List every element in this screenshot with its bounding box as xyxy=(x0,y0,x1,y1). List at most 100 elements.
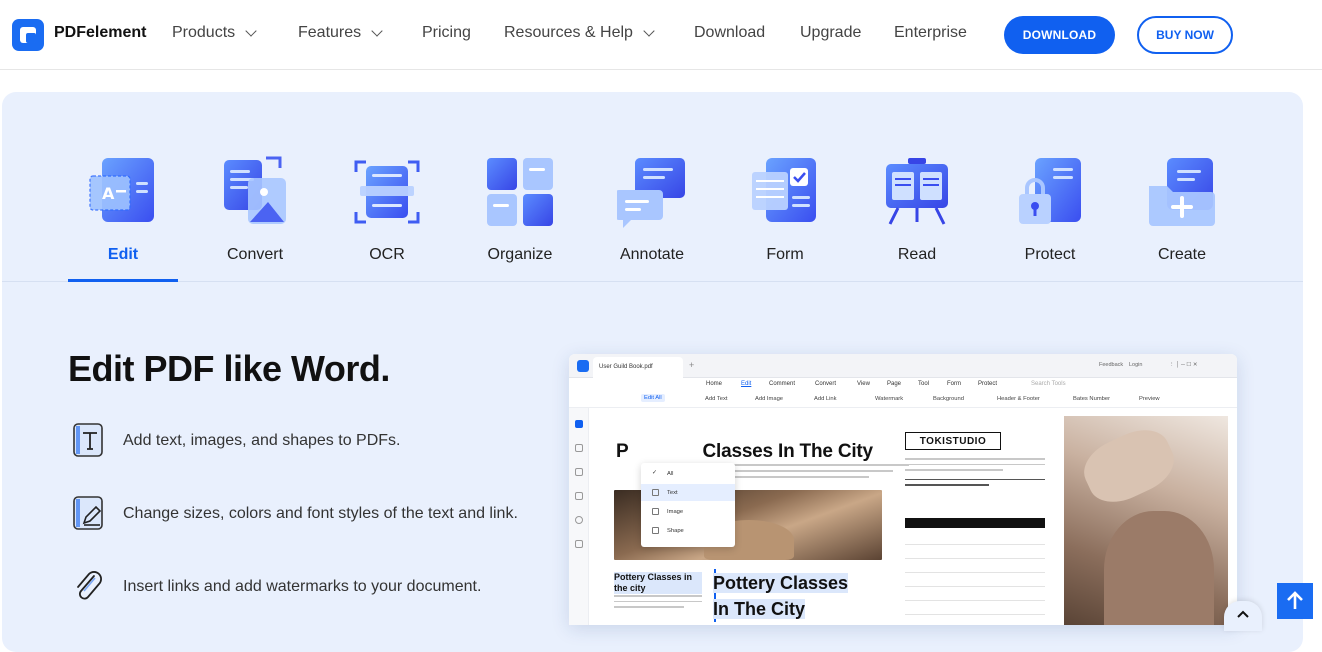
tab-form-label: Form xyxy=(766,246,804,263)
dropdown-item-text-label: Text xyxy=(667,490,678,496)
nav-upgrade-label: Upgrade xyxy=(800,24,862,41)
menu-protect: Protect xyxy=(978,381,998,387)
organize-icon xyxy=(487,158,553,226)
nav-resources-label: Resources & Help xyxy=(504,24,633,41)
dropdown-item-shape: Shape xyxy=(641,522,735,539)
tab-ocr[interactable]: OCR xyxy=(332,150,442,282)
edit-all-dropdown: ✓ All Text Image Shape xyxy=(641,463,735,547)
nav-download[interactable]: Download xyxy=(694,24,765,42)
doc-studio-logo: TOKISTUDIO xyxy=(905,432,1001,450)
doc-schedule-table xyxy=(905,518,1045,618)
app-search-tools: Search Tools xyxy=(1031,381,1066,387)
app-left-sidebar xyxy=(569,408,589,625)
expand-chat-button[interactable] xyxy=(1224,601,1262,631)
nav-pricing-label: Pricing xyxy=(422,24,471,41)
comment-icon xyxy=(575,468,583,476)
menu-page: Page xyxy=(887,381,902,387)
tool-add-image: Add Image xyxy=(755,396,784,402)
attachment-icon xyxy=(575,492,583,500)
doc-heading-prefix: P xyxy=(616,441,629,462)
app-feedback: Feedback xyxy=(1099,362,1124,368)
dropdown-item-all-label: All xyxy=(667,471,674,477)
nav-products[interactable]: Products xyxy=(172,24,257,42)
nav-enterprise-label: Enterprise xyxy=(894,24,967,41)
create-icon xyxy=(1149,158,1215,226)
tab-form[interactable]: Form xyxy=(730,150,840,282)
nav-features[interactable]: Features xyxy=(298,24,383,42)
menu-form: Form xyxy=(947,381,961,387)
feature-item: Add text, images, and shapes to PDFs. xyxy=(68,422,548,462)
tool-background: Background xyxy=(933,396,964,402)
doc-small-body xyxy=(614,595,702,612)
pdfelement-logo-icon[interactable] xyxy=(12,19,44,51)
app-menubar: Home Edit Comment Convert View Page Tool… xyxy=(569,378,1237,392)
tab-convert-label: Convert xyxy=(226,246,284,263)
nav-upgrade[interactable]: Upgrade xyxy=(800,24,861,42)
doc-heading: P Classes In The City xyxy=(616,441,873,463)
menu-comment: Comment xyxy=(769,381,796,387)
doc-studio-text xyxy=(905,458,1045,490)
app-login: Login xyxy=(1129,362,1143,368)
app-document-page: P Classes In The City Pottery Classes in … xyxy=(591,410,1237,625)
tab-read-label: Read xyxy=(897,246,937,263)
dropdown-item-image: Image xyxy=(641,503,735,520)
edit-pencil-icon xyxy=(73,496,103,530)
nav-products-label: Products xyxy=(172,24,236,41)
buy-now-button[interactable]: BUY NOW xyxy=(1137,16,1233,54)
doc-body-text xyxy=(709,464,909,486)
tool-header-footer: Header & Footer xyxy=(997,396,1040,402)
section-headline: Edit PDF like Word. xyxy=(68,348,390,389)
chevron-down-icon xyxy=(371,24,383,37)
feature-item: Insert links and add watermarks to your … xyxy=(68,568,548,608)
tool-add-text: Add Text xyxy=(705,396,728,402)
tab-edit[interactable]: A Edit xyxy=(68,150,178,282)
doc-heading-text: Classes In The City xyxy=(702,441,873,462)
paperclip-icon xyxy=(77,571,102,600)
dropdown-item-all: ✓ All xyxy=(641,465,735,482)
brand-name[interactable]: PDFelement xyxy=(54,24,146,42)
doc-small-title: Pottery Classes in the city xyxy=(614,572,702,594)
read-icon xyxy=(886,158,948,225)
text-icon xyxy=(652,489,659,496)
tab-create[interactable]: Create xyxy=(1127,150,1237,282)
tool-preview: Preview xyxy=(1139,396,1160,402)
dropdown-item-shape-label: Shape xyxy=(667,528,684,534)
nav-features-label: Features xyxy=(298,24,362,41)
edit-icon: A xyxy=(89,158,154,222)
feature-text: Insert links and add watermarks to your … xyxy=(123,578,482,595)
tab-organize[interactable]: Organize xyxy=(465,150,575,282)
feature-item: Change sizes, colors and font styles of … xyxy=(68,495,548,535)
tab-convert[interactable]: Convert xyxy=(200,150,310,282)
chevron-down-icon xyxy=(245,24,257,37)
feature-text: Change sizes, colors and font styles of … xyxy=(123,505,518,522)
annotate-icon xyxy=(617,158,685,228)
tab-organize-label: Organize xyxy=(487,246,553,263)
arrow-up-icon xyxy=(1287,591,1303,609)
nav-pricing[interactable]: Pricing xyxy=(422,24,471,42)
chevron-down-icon xyxy=(643,24,655,37)
tab-protect[interactable]: Protect xyxy=(995,150,1105,282)
scroll-to-top-button[interactable] xyxy=(1277,583,1313,619)
app-logo-icon xyxy=(577,360,589,372)
image-icon xyxy=(652,508,659,515)
tool-add-link: Add Link xyxy=(814,396,837,402)
app-toolbar: Edit All Add Text Add Image Add Link Wat… xyxy=(569,392,1237,408)
menu-convert: Convert xyxy=(815,381,837,387)
nav-enterprise[interactable]: Enterprise xyxy=(894,24,967,42)
tab-read[interactable]: Read xyxy=(862,150,972,282)
tab-annotate[interactable]: Annotate xyxy=(597,150,707,282)
top-navigation: PDFelement Products Features Pricing Res… xyxy=(0,0,1322,70)
dropdown-item-text: Text xyxy=(641,484,735,501)
doc-big-title-line2: In The City xyxy=(713,599,806,619)
tab-protect-label: Protect xyxy=(1024,246,1076,263)
download-button[interactable]: DOWNLOAD xyxy=(1004,16,1115,54)
doc-big-title-line1: Pottery Classes xyxy=(713,573,849,593)
svg-text:A: A xyxy=(102,184,115,203)
tab-create-label: Create xyxy=(1157,246,1207,263)
tool-bates-number: Bates Number xyxy=(1073,396,1111,402)
nav-resources-help[interactable]: Resources & Help xyxy=(504,24,655,42)
feature-text: Add text, images, and shapes to PDFs. xyxy=(123,432,401,449)
menu-home: Home xyxy=(706,381,723,387)
shape-icon xyxy=(652,527,659,534)
search-icon xyxy=(575,516,583,524)
